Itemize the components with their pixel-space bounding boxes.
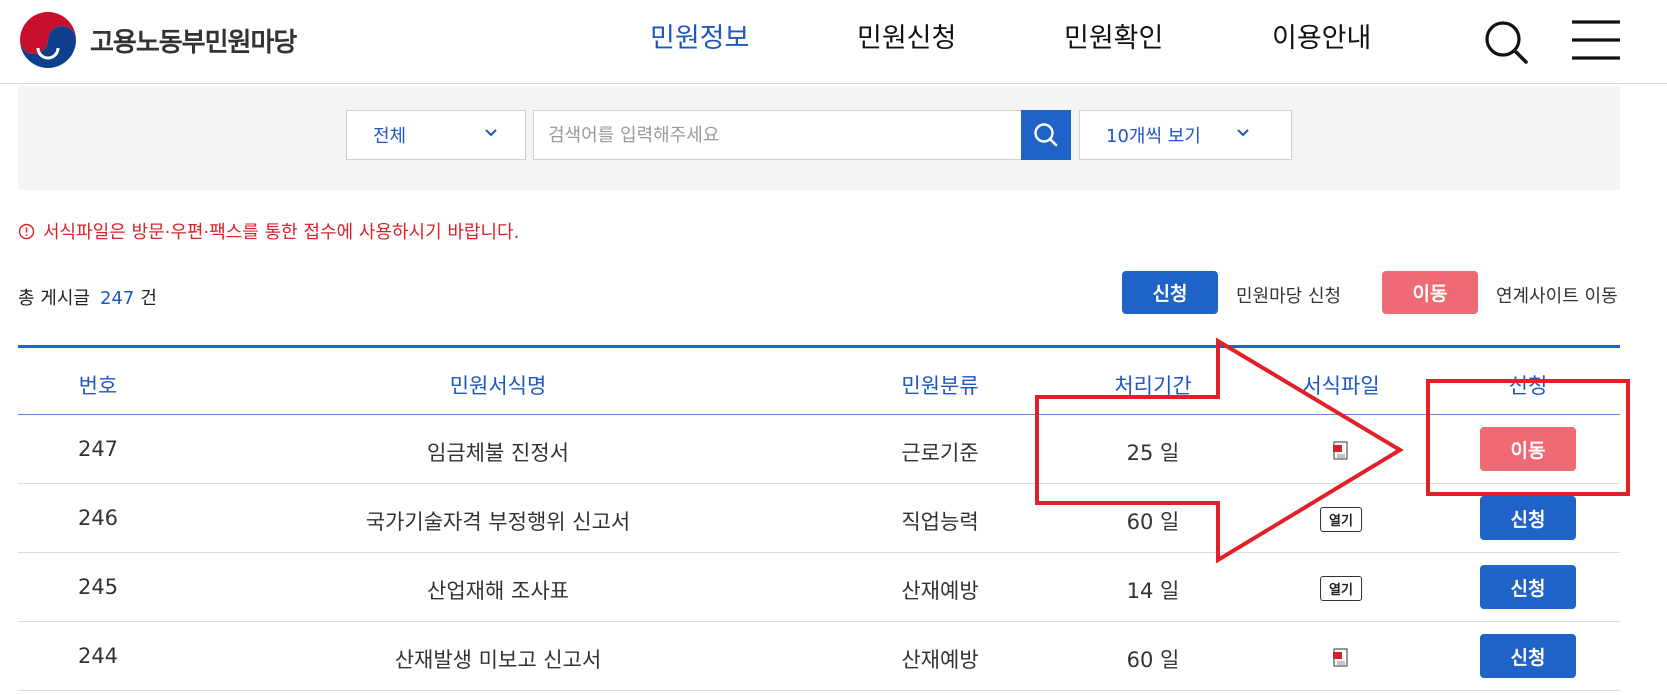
row-period: 60 일 xyxy=(1126,510,1180,534)
total-count: 총 게시글 247 건 xyxy=(18,284,157,310)
column-header-category: 민원분류 xyxy=(901,374,979,398)
legend-move-badge: 이동 xyxy=(1382,271,1478,314)
row-apply-button[interactable]: 신청 xyxy=(1480,496,1576,540)
row-category: 산재예방 xyxy=(901,648,979,672)
table-header: 번호 민원서식명 민원분류 처리기간 서식파일 신청 xyxy=(18,345,1620,415)
column-header-form-name: 민원서식명 xyxy=(449,374,547,398)
row-move-button[interactable]: 이동 xyxy=(1480,427,1576,471)
search-button[interactable] xyxy=(1021,110,1071,160)
column-header-period: 처리기간 xyxy=(1114,374,1192,398)
row-category: 직업능력 xyxy=(901,510,979,534)
row-open-file-button[interactable]: 열기 xyxy=(1320,507,1362,532)
site-logo[interactable]: 고용노동부민원마당 xyxy=(18,10,297,70)
search-input[interactable] xyxy=(533,110,1023,160)
row-category: 산재예방 xyxy=(901,579,979,603)
row-number: 245 xyxy=(77,575,119,599)
search-panel: 전체 10개씩 보기 xyxy=(18,86,1620,190)
legend-move-text: 연계사이트 이동 xyxy=(1496,286,1618,307)
row-apply-button[interactable]: 신청 xyxy=(1480,634,1576,678)
chevron-down-icon xyxy=(1237,129,1249,137)
legend-apply-text: 민원마당 신청 xyxy=(1236,286,1342,307)
search-icon xyxy=(1034,123,1058,147)
site-header: 고용노동부민원마당 민원정보 민원신청 민원확인 이용안내 xyxy=(0,0,1667,84)
row-number: 246 xyxy=(77,506,119,530)
nav-item-guide[interactable]: 이용안내 xyxy=(1272,16,1371,55)
hamburger-menu-icon[interactable] xyxy=(1570,18,1622,62)
column-header-apply: 신청 xyxy=(1508,374,1548,398)
total-number: 247 xyxy=(99,288,135,309)
column-header-form-file: 서식파일 xyxy=(1302,374,1380,398)
row-period: 25 일 xyxy=(1126,441,1180,465)
column-header-number: 번호 xyxy=(78,374,118,398)
row-form-name[interactable]: 산재발생 미보고 신고서 xyxy=(395,644,602,674)
info-circle-icon xyxy=(18,223,35,239)
table-row: 244 산재발생 미보고 신고서 산재예방 60 일 신청 xyxy=(18,622,1620,691)
government-emblem-icon xyxy=(19,11,77,69)
table-row: 245 산업재해 조사표 산재예방 14 일 열기 신청 xyxy=(18,553,1620,622)
row-form-name[interactable]: 산업재해 조사표 xyxy=(427,575,569,605)
notice-text: 서식파일은 방문·우편·팩스를 통한 접수에 사용하시기 바랍니다. xyxy=(43,222,520,243)
document-icon[interactable] xyxy=(1332,648,1350,668)
notice-message: 서식파일은 방문·우편·팩스를 통한 접수에 사용하시기 바랍니다. xyxy=(18,218,519,244)
row-apply-button[interactable]: 신청 xyxy=(1480,565,1576,609)
legend-apply-badge: 신청 xyxy=(1122,271,1218,314)
page-size-select[interactable]: 10개씩 보기 xyxy=(1079,110,1292,160)
table-row: 246 국가기술자격 부정행위 신고서 직업능력 60 일 열기 신청 xyxy=(18,484,1620,553)
document-icon[interactable] xyxy=(1332,441,1350,461)
site-name: 고용노동부민원마당 xyxy=(90,27,297,58)
row-open-file-button[interactable]: 열기 xyxy=(1320,576,1362,601)
search-icon[interactable] xyxy=(1482,18,1530,66)
total-suffix: 건 xyxy=(140,288,157,309)
nav-item-civil-apply[interactable]: 민원신청 xyxy=(857,16,956,55)
row-number: 244 xyxy=(77,644,119,668)
chevron-down-icon xyxy=(485,129,497,137)
row-form-name[interactable]: 임금체불 진정서 xyxy=(427,437,569,467)
category-select[interactable]: 전체 xyxy=(346,110,526,160)
category-select-value: 전체 xyxy=(373,126,407,147)
row-period: 14 일 xyxy=(1126,579,1180,603)
nav-item-civil-check[interactable]: 민원확인 xyxy=(1064,16,1163,55)
table-row: 247 임금체불 진정서 근로기준 25 일 이동 xyxy=(18,415,1620,484)
row-number: 247 xyxy=(77,437,119,461)
row-period: 60 일 xyxy=(1126,648,1180,672)
nav-item-civil-info[interactable]: 민원정보 xyxy=(650,16,749,55)
row-category: 근로기준 xyxy=(901,441,979,465)
row-form-name[interactable]: 국가기술자격 부정행위 신고서 xyxy=(366,506,631,536)
total-prefix: 총 게시글 xyxy=(18,288,90,309)
page-size-select-value: 10개씩 보기 xyxy=(1106,126,1201,147)
civil-forms-table: 번호 민원서식명 민원분류 처리기간 서식파일 신청 247 임금체불 진정서 … xyxy=(18,345,1620,691)
